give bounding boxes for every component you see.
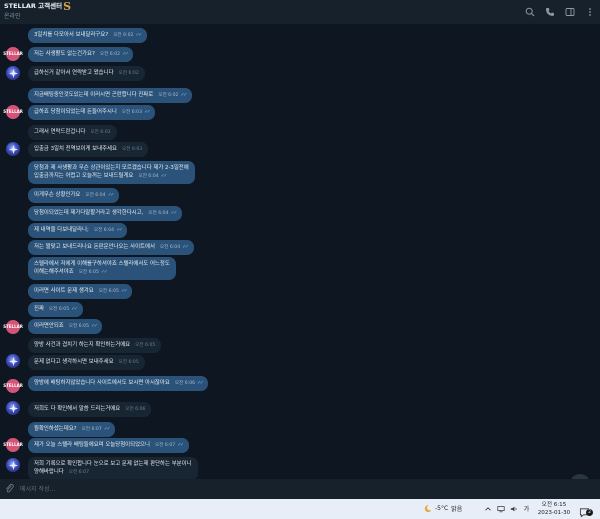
- avatar[interactable]: [6, 458, 20, 472]
- more-icon[interactable]: [580, 4, 600, 20]
- message-bubble: 이러면안되죠 오전 6:05 ✓✓: [28, 319, 103, 334]
- read-check-icon: ✓✓: [122, 51, 129, 57]
- message-bubble: 급하신거 같아서 연락받고 왔습니다 오전 6:02: [28, 66, 145, 81]
- network-icon[interactable]: [496, 504, 505, 513]
- stellar-logo-icon: S: [63, 0, 72, 13]
- system-tray: 가: [483, 504, 531, 513]
- avatar[interactable]: [6, 142, 20, 156]
- clock-time: 오전 6:15: [541, 502, 567, 508]
- phone-icon[interactable]: [540, 4, 560, 20]
- read-check-icon: ✓✓: [91, 323, 98, 329]
- message-bubble: 제가 오늘 스텔라 배팅들에요며 오늘당첨이되었으니 오전 6:07 ✓✓: [28, 438, 189, 453]
- chat-header: STELLAR 고객센터S 온라인: [0, 0, 600, 24]
- volume-icon[interactable]: [509, 504, 518, 513]
- search-icon[interactable]: [520, 4, 540, 20]
- weather-text: 맑음: [451, 506, 463, 513]
- message-bubble: 당첨이되었는데 제가다말할거라고 생각한다시고, 오전 6:04 ✓✓: [28, 206, 182, 221]
- read-check-icon: ✓✓: [135, 32, 142, 38]
- header-actions: [520, 4, 600, 20]
- read-check-icon: ✓✓: [197, 380, 204, 386]
- message-bubble: 양방 사건과 겹치기 하는지 확인하는거에요 오전 6:05: [28, 338, 162, 353]
- message-bubble: 저는 사생활도 없는건가요? 오전 6:02 ✓✓: [28, 47, 134, 62]
- message-bubble: 이러면 사이트 문제 생겨요 오전 6:05 ✓✓: [28, 284, 133, 299]
- read-check-icon: ✓✓: [100, 269, 108, 275]
- tray-chevron-icon[interactable]: [483, 504, 492, 513]
- read-check-icon: ✓✓: [116, 227, 123, 233]
- message-bubble: 스텔라에서 저에게 이해를구하셔야죠 스텔라에서도 어느정도 이해는해주셔야죠 오전…: [28, 257, 176, 280]
- ime-indicator[interactable]: 가: [522, 504, 531, 513]
- avatar[interactable]: [6, 354, 20, 368]
- message-bubble: 그래서 연락드린겁니다 오전 6:03: [28, 125, 117, 140]
- avatar[interactable]: [6, 66, 20, 80]
- read-check-icon: ✓✓: [160, 173, 168, 179]
- avatar[interactable]: STELLAR: [3, 47, 23, 61]
- online-status: 온라인: [4, 13, 21, 20]
- read-check-icon: ✓✓: [71, 306, 78, 312]
- read-check-icon: ✓✓: [177, 442, 184, 448]
- message-bubble: 뭘확인하셨는데요? 오전 6:07 ✓✓: [28, 422, 116, 437]
- message-composer: [0, 479, 600, 499]
- notification-center-button[interactable]: 2: [579, 503, 593, 518]
- read-check-icon: ✓✓: [170, 210, 178, 216]
- message-list[interactable]: 3일치를 다모아서 보내달라구요? 오전 6:02 ✓✓ STELLAR 저는 사생…: [0, 24, 600, 479]
- message-bubble: 지금배팅중인것도있는데 이러시면 곤란합니다 진짜로 오전 6:02 ✓✓: [28, 88, 192, 103]
- avatar[interactable]: STELLAR: [3, 320, 23, 334]
- read-check-icon: ✓✓: [180, 92, 187, 98]
- message-bubble: 입출금 3일치 전역보이게 보내주세요 오전 6:03: [28, 142, 149, 157]
- message-bubble: 저희 기록으로 확인합니다 눈으로 보고 문제 없는제 판단하는 부분이니 양해바…: [28, 457, 198, 479]
- message-bubble: 3일치를 다모아서 보내달라구요? 오전 6:02 ✓✓: [28, 28, 147, 43]
- chat-title-area[interactable]: STELLAR 고객센터S 온라인: [4, 0, 72, 21]
- message-bubble: 제 내역을 다보내달라니; 오전 6:04 ✓✓: [28, 223, 128, 238]
- chat-title-text: STELLAR 고객센터: [4, 2, 63, 10]
- windows-taskbar: -5°C 맑음 가 오전 6:15 2023-01-30 2: [0, 499, 600, 519]
- message-bubble: 급하죠 당첨이되었는데 돈들어주시니 오전 6:03 ✓✓: [28, 105, 156, 120]
- sidebar-icon[interactable]: [560, 4, 580, 20]
- read-check-icon: ✓✓: [144, 109, 151, 115]
- message-bubble: 이게무슨 상황인가요 오전 6:04 ✓✓: [28, 188, 119, 203]
- notification-badge: 2: [586, 509, 593, 516]
- moon-icon: [424, 504, 432, 513]
- message-bubble: 저는 짤맞고 보내드리나요 돈판운안나오는 사이트에서 오전 6:04 ✓✓: [28, 240, 194, 255]
- message-input[interactable]: [20, 481, 520, 497]
- message-bubble: 양방에 배팅하지않았습니다 사이트에서도 보시면 아시잖아요 오전 6:06 ✓✓: [28, 376, 209, 391]
- temperature: -5°C: [435, 505, 449, 512]
- read-check-icon: ✓✓: [107, 192, 115, 198]
- read-check-icon: ✓✓: [120, 288, 128, 294]
- paperclip-icon[interactable]: [4, 483, 15, 494]
- chat-title: STELLAR 고객센터S: [4, 0, 72, 13]
- clock-date: 2023-01-30: [537, 510, 571, 516]
- weather-widget[interactable]: -5°C 맑음: [423, 504, 462, 513]
- read-check-icon: ✓✓: [182, 244, 189, 250]
- message-bubble: 문제 없다고 생각하시면 보내주세요 오전 6:05: [28, 355, 145, 370]
- clock[interactable]: 오전 6:15 2023-01-30: [532, 501, 576, 517]
- message-bubble: 저희도 다 확인해서 말씀 드리는거에요 오전 6:06: [28, 402, 152, 417]
- read-check-icon: ✓✓: [103, 426, 111, 432]
- message-bubble: 당첨과 제 사생활과 무슨 상관이있는지 모르겠습니다 제가 2-3일전에 입출금…: [28, 161, 195, 184]
- avatar[interactable]: [6, 401, 20, 415]
- avatar[interactable]: STELLAR: [3, 438, 23, 452]
- message-bubble: 진짜 오전 6:05 ✓✓: [28, 302, 83, 317]
- avatar[interactable]: STELLAR: [3, 379, 23, 393]
- avatar[interactable]: STELLAR: [3, 105, 23, 119]
